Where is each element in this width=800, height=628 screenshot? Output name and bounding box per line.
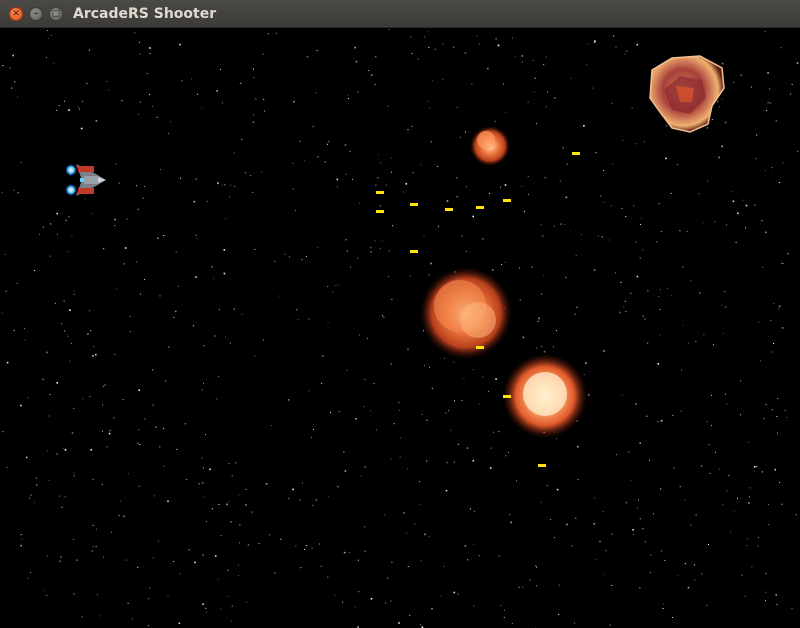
- bullet: [410, 250, 418, 253]
- bullet: [410, 203, 418, 206]
- bullet: [503, 395, 511, 398]
- bullet: [503, 199, 511, 202]
- bullet: [476, 346, 484, 349]
- explosion-large: [503, 354, 587, 438]
- close-icon: ✕: [12, 9, 20, 19]
- window-title: ArcadeRS Shooter: [73, 6, 217, 22]
- game-canvas[interactable]: [0, 28, 800, 628]
- minimize-icon: –: [33, 9, 39, 19]
- maximize-icon: □: [51, 9, 61, 19]
- bullet: [538, 464, 546, 467]
- game-scene: [1, 29, 799, 628]
- minimize-button[interactable]: –: [29, 7, 43, 21]
- bullet: [445, 208, 453, 211]
- explosion-small: [470, 126, 510, 166]
- bullet: [476, 206, 484, 209]
- player-ship: [65, 164, 106, 196]
- app-window: ✕ – □ ArcadeRS Shooter: [0, 0, 800, 628]
- bullet: [572, 152, 580, 155]
- asteroid: [649, 55, 725, 133]
- close-button[interactable]: ✕: [9, 7, 23, 21]
- title-bar[interactable]: ✕ – □ ArcadeRS Shooter: [0, 0, 800, 28]
- maximize-button[interactable]: □: [49, 7, 63, 21]
- bullet: [376, 191, 384, 194]
- explosion-medium: [420, 267, 512, 359]
- spaceship-icon: [65, 164, 106, 196]
- bullet: [376, 210, 384, 213]
